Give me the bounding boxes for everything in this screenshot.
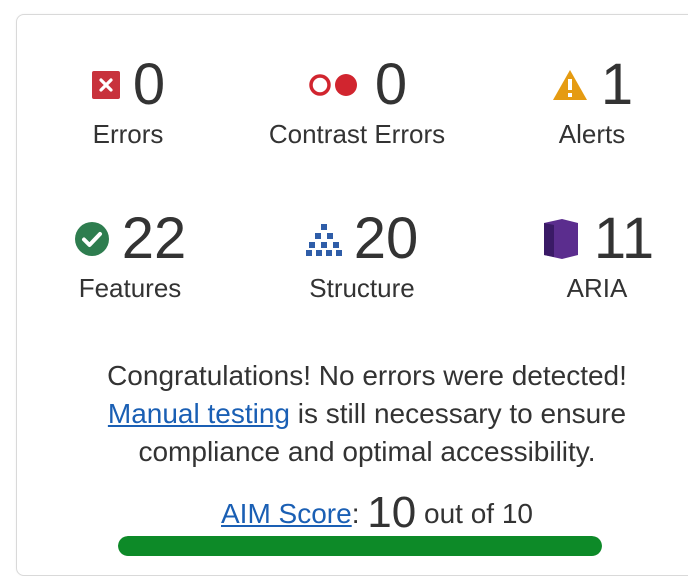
errors-count: 0 xyxy=(132,52,166,117)
warning-triangle-icon xyxy=(551,68,589,102)
errors-label: Errors xyxy=(92,119,164,149)
results-message: Congratulations! No errors were detected… xyxy=(37,357,688,471)
features-stat[interactable]: 22 Features xyxy=(45,209,215,303)
structure-count: 20 xyxy=(353,206,419,271)
aria-stat[interactable]: 11 ARIA xyxy=(507,209,687,303)
manual-testing-link[interactable]: Manual testing xyxy=(108,398,290,429)
contrast-errors-label: Contrast Errors xyxy=(268,119,446,149)
features-count: 22 xyxy=(121,206,187,271)
aria-box-icon xyxy=(540,217,582,261)
manual-testing-line: Manual testing is still necessary to ens… xyxy=(107,398,627,429)
aim-score-progress-fill xyxy=(118,536,602,556)
contrast-dots-icon xyxy=(307,73,363,97)
aria-label: ARIA xyxy=(566,273,628,303)
contrast-errors-count: 0 xyxy=(374,52,408,117)
aim-score-progress-bar xyxy=(118,536,602,556)
aim-score-link[interactable]: AIM Score xyxy=(221,498,352,529)
errors-stat[interactable]: 0 Errors xyxy=(53,55,203,149)
aim-score-suffix: out of 10 xyxy=(424,498,533,529)
structure-label: Structure xyxy=(309,273,415,303)
alerts-label: Alerts xyxy=(558,119,626,149)
compliance-line: compliance and optimal accessibility. xyxy=(138,436,596,467)
structure-stat[interactable]: 20 Structure xyxy=(277,209,447,303)
aim-score-value: 10 xyxy=(367,488,417,537)
alerts-stat[interactable]: 1 Alerts xyxy=(517,55,667,149)
alerts-count: 1 xyxy=(600,52,634,117)
error-x-icon xyxy=(91,70,121,100)
features-label: Features xyxy=(78,273,182,303)
aim-score: AIM Score: 10 out of 10 xyxy=(221,488,533,537)
contrast-errors-stat[interactable]: 0 Contrast Errors xyxy=(247,52,467,150)
congrats-line: Congratulations! No errors were detected… xyxy=(107,360,627,391)
aria-count: 11 xyxy=(593,206,655,271)
check-circle-icon xyxy=(74,221,110,257)
results-panel: 0 Errors 0 Contrast Errors 1 Alerts 22 F… xyxy=(16,14,688,576)
hierarchy-icon xyxy=(305,222,342,256)
